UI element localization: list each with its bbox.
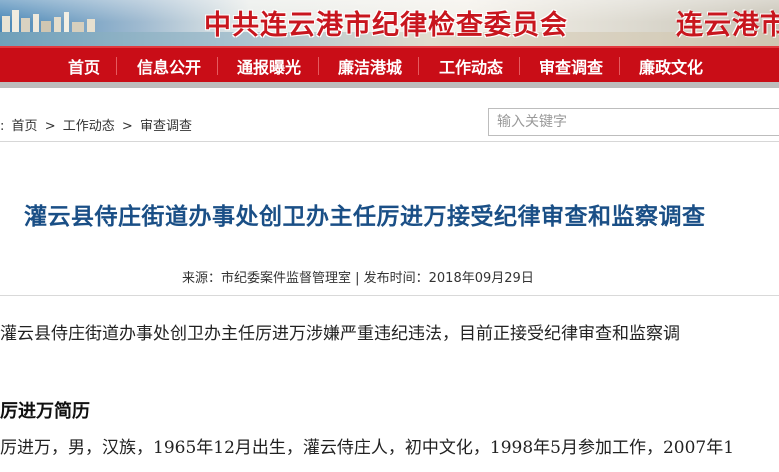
nav-divider [318, 57, 319, 75]
article-divider [0, 295, 779, 296]
nav-item-info[interactable]: 信息公开 [137, 54, 201, 78]
nav-item-work-news[interactable]: 工作动态 [439, 54, 503, 78]
article-meta: 来源：市纪委案件监督管理室 | 发布时间：2018年09月29日 [182, 271, 534, 286]
nav-item-clean-city[interactable]: 廉洁港城 [338, 54, 402, 78]
site-banner: 中共连云港市纪律检查委员会 连云港市 [0, 0, 779, 46]
main-nav: 首页 信息公开 通报曝光 廉洁港城 工作动态 审查调查 廉政文化 [0, 46, 779, 82]
article-title: 灌云县侍庄街道办事处创卫办主任厉进万接受纪律审查和监察调查 [24, 204, 706, 230]
nav-divider [519, 57, 520, 75]
nav-divider [116, 57, 117, 75]
article-paragraph: 灌云县侍庄街道办事处创卫办主任厉进万涉嫌严重违纪违法，目前正接受纪律审查和监察调 [0, 324, 680, 344]
site-title: 中共连云港市纪律检查委员会 [204, 10, 568, 41]
breadcrumb-leading-colon: : [0, 119, 5, 134]
breadcrumb-separator: > [121, 119, 133, 134]
breadcrumb-home-link[interactable]: 首页 [12, 119, 38, 134]
breadcrumb-current-link[interactable]: 审查调查 [140, 119, 192, 134]
nav-item-exposure[interactable]: 通报曝光 [237, 54, 301, 78]
nav-item-culture[interactable]: 廉政文化 [639, 54, 703, 78]
breadcrumb-divider [0, 141, 779, 142]
article-paragraph: 厉进万，男，汉族，1965年12月出生，灌云侍庄人，初中文化，1998年5月参加… [0, 438, 735, 458]
search-input[interactable]: 输入关键字 [488, 108, 779, 136]
breadcrumb: : 首页 > 工作动态 > 审查调查 [0, 115, 195, 134]
nav-divider [619, 57, 620, 75]
breadcrumb-bar: : 首页 > 工作动态 > 审查调查 输入关键字 [0, 88, 779, 142]
breadcrumb-section-link[interactable]: 工作动态 [63, 119, 115, 134]
breadcrumb-separator: > [44, 119, 56, 134]
nav-divider [217, 57, 218, 75]
article-section-title: 厉进万简历 [0, 401, 90, 422]
nav-divider [418, 57, 419, 75]
nav-item-home[interactable]: 首页 [68, 54, 100, 78]
site-title-english-fragment: 连云港市 [676, 10, 779, 41]
nav-item-investigation[interactable]: 审查调查 [539, 54, 603, 78]
